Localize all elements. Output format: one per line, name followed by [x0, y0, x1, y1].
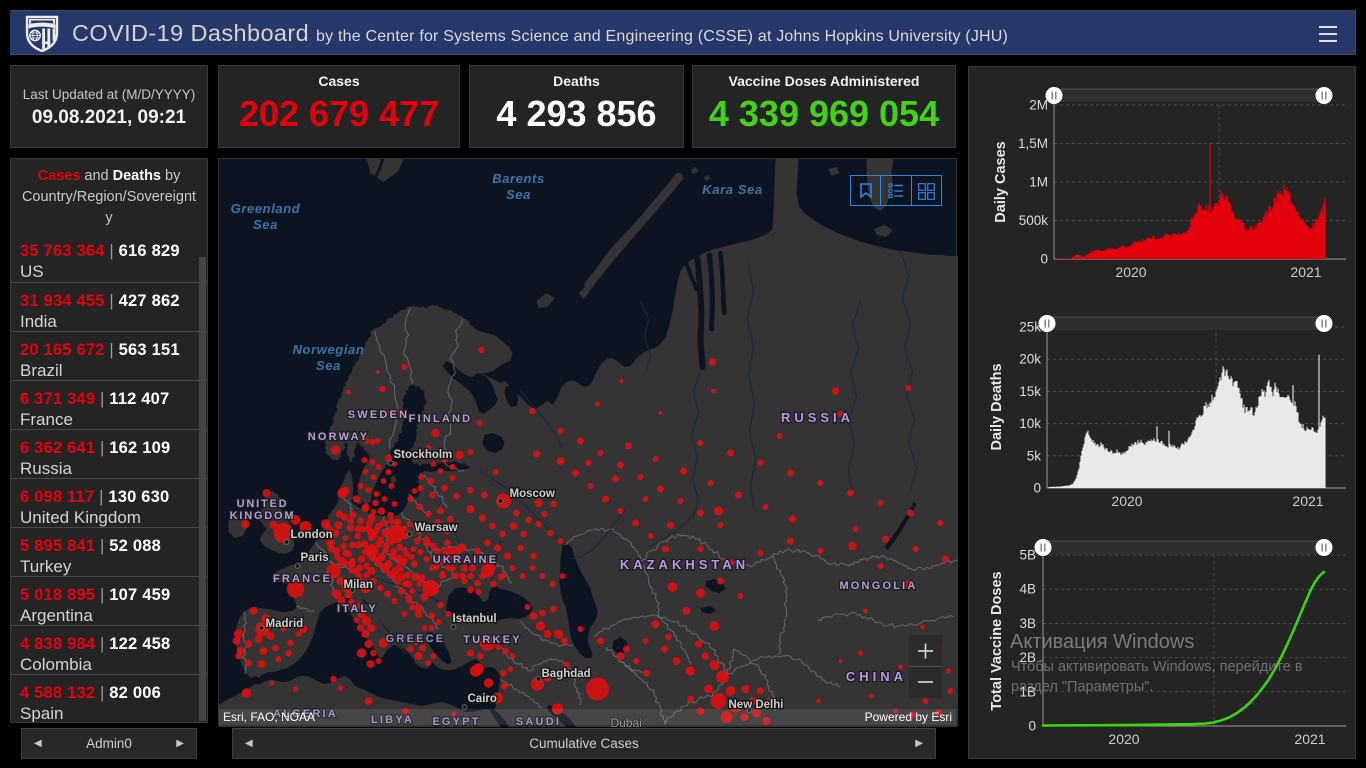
svg-text:Cairo: Cairo: [468, 693, 497, 705]
svg-text:SWEDEN: SWEDEN: [348, 409, 409, 421]
svg-text:2021: 2021: [1294, 731, 1325, 747]
svg-text:0: 0: [1028, 719, 1036, 734]
svg-text:10k: 10k: [1019, 416, 1041, 431]
svg-text:Total Vaccine Doses: Total Vaccine Doses: [989, 571, 1005, 710]
svg-text:20k: 20k: [1019, 352, 1041, 367]
svg-text:FINLAND: FINLAND: [409, 413, 473, 425]
svg-text:1,5M: 1,5M: [1018, 136, 1048, 151]
svg-text:2021: 2021: [1290, 264, 1321, 280]
svg-text:Sea: Sea: [316, 358, 341, 373]
svg-text:CHINA: CHINA: [846, 669, 907, 684]
svg-text:Baghdad: Baghdad: [542, 668, 591, 680]
svg-text:0: 0: [1040, 252, 1048, 267]
svg-text:Madrid: Madrid: [266, 618, 304, 630]
svg-text:1M: 1M: [1029, 175, 1048, 190]
svg-text:500k: 500k: [1019, 213, 1049, 228]
svg-text:Greenland: Greenland: [231, 201, 301, 216]
svg-text:2020: 2020: [1115, 264, 1146, 280]
svg-text:3B: 3B: [1019, 616, 1036, 631]
svg-text:RUSSIA: RUSSIA: [781, 410, 854, 425]
svg-text:TURKEY: TURKEY: [463, 634, 521, 646]
svg-text:Warsaw: Warsaw: [415, 522, 458, 534]
svg-text:GREECE: GREECE: [386, 633, 446, 645]
svg-text:KINGDOM: KINGDOM: [230, 510, 296, 522]
svg-text:Sea: Sea: [253, 217, 278, 232]
svg-text:0: 0: [1033, 481, 1041, 496]
svg-text:Sea: Sea: [506, 187, 531, 202]
svg-text:Moscow: Moscow: [510, 488, 555, 500]
svg-text:2020: 2020: [1108, 731, 1139, 747]
svg-text:FRANCE: FRANCE: [273, 573, 332, 585]
svg-text:4B: 4B: [1019, 582, 1036, 597]
svg-text:Barents: Barents: [492, 171, 545, 186]
svg-text:2020: 2020: [1111, 493, 1142, 509]
svg-text:5k: 5k: [1027, 448, 1042, 463]
svg-text:UKRAINE: UKRAINE: [433, 554, 499, 566]
svg-text:2M: 2M: [1029, 98, 1048, 113]
svg-text:ITALY: ITALY: [337, 603, 378, 615]
svg-text:NORWAY: NORWAY: [308, 431, 370, 443]
svg-text:15k: 15k: [1019, 384, 1041, 399]
svg-text:Norwegian: Norwegian: [293, 342, 365, 357]
svg-text:Daily Cases: Daily Cases: [993, 141, 1009, 222]
svg-text:UNITED: UNITED: [237, 498, 289, 510]
svg-text:5B: 5B: [1019, 548, 1036, 563]
svg-text:Kara Sea: Kara Sea: [702, 182, 762, 197]
svg-text:25k: 25k: [1019, 320, 1041, 335]
svg-text:Milan: Milan: [344, 579, 373, 591]
svg-text:Stockholm: Stockholm: [394, 449, 453, 461]
svg-text:MONGOLIA: MONGOLIA: [839, 580, 917, 592]
svg-text:2021: 2021: [1292, 493, 1323, 509]
svg-text:KAZAKHSTAN: KAZAKHSTAN: [620, 557, 749, 572]
svg-text:London: London: [291, 529, 333, 541]
svg-text:Paris: Paris: [301, 552, 329, 564]
svg-text:Istanbul: Istanbul: [453, 613, 497, 625]
svg-text:Daily Deaths: Daily Deaths: [989, 363, 1005, 450]
